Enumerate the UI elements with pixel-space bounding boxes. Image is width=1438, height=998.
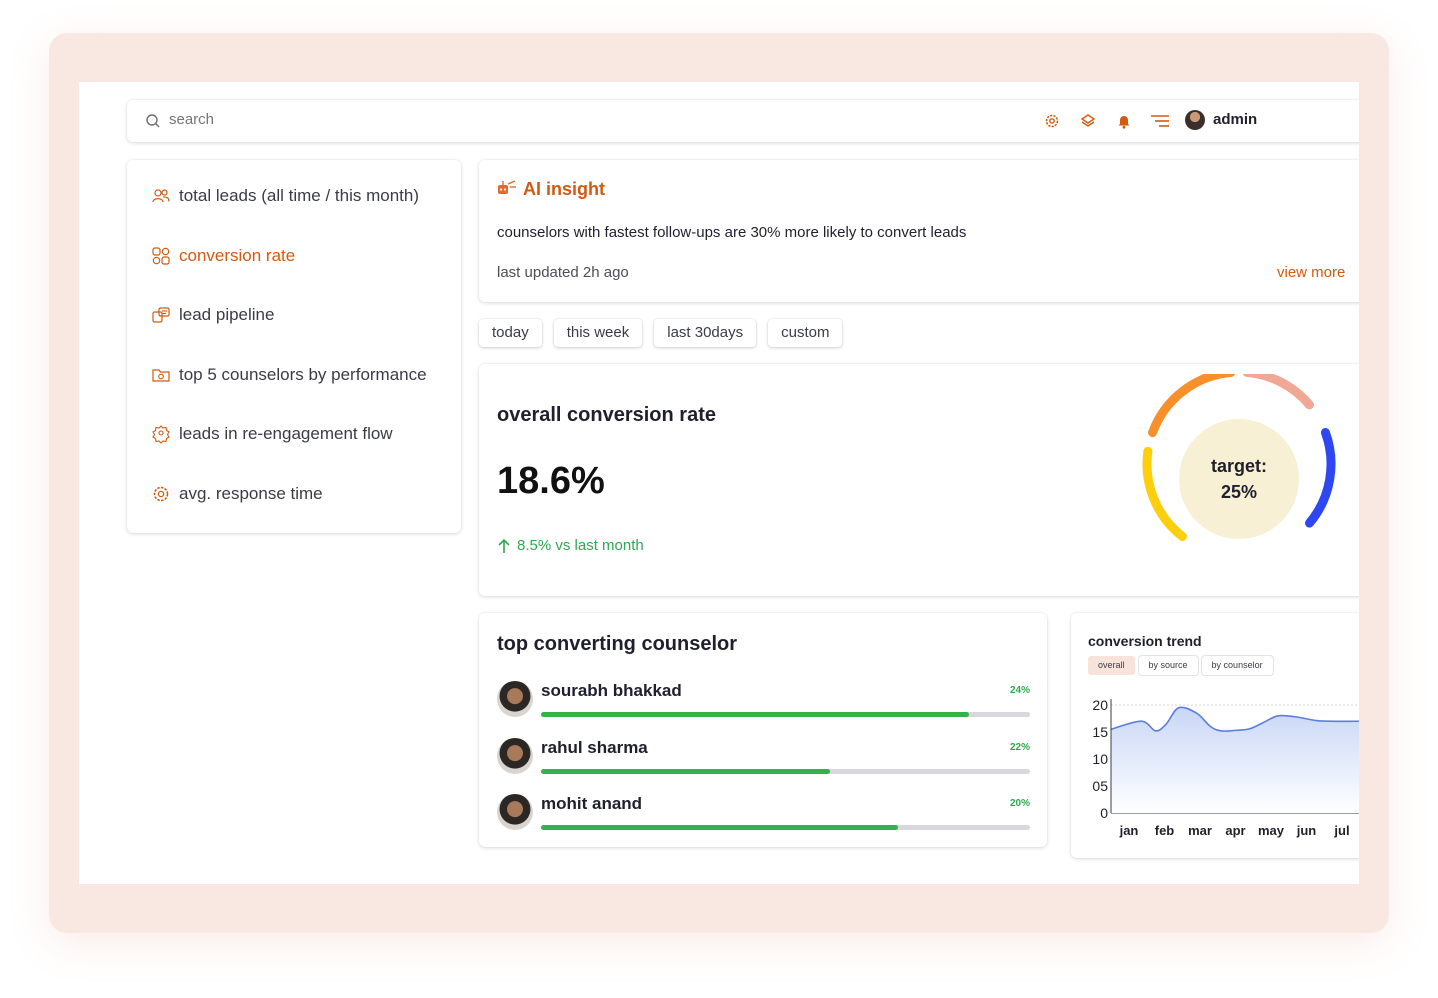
progress-track bbox=[541, 769, 1030, 774]
user-name[interactable]: admin bbox=[1213, 111, 1257, 128]
conversion-trend-card: conversion trend overall by source by co… bbox=[1071, 613, 1359, 858]
sidebar-item-re-engagement[interactable]: leads in re-engagement flow bbox=[151, 424, 393, 444]
ai-insight-title: AI insight bbox=[523, 179, 605, 199]
x-tick-label: jul bbox=[1333, 823, 1349, 838]
avatar bbox=[497, 738, 533, 774]
target-circle: target: 25% bbox=[1179, 419, 1299, 539]
x-tick-label: apr bbox=[1225, 823, 1245, 838]
progress-fill bbox=[541, 769, 830, 774]
top-counselor-card: top converting counselor sourabh bhakkad… bbox=[479, 613, 1047, 847]
avatar[interactable] bbox=[1185, 110, 1205, 130]
ai-insight-card: AI insight counselors with fastest follo… bbox=[479, 160, 1359, 302]
counselor-row[interactable]: rahul sharma 22% bbox=[497, 738, 1032, 778]
target-value: 25% bbox=[1220, 482, 1258, 502]
date-filter-bar: today this week last 30days custom bbox=[479, 319, 843, 347]
search-input[interactable] bbox=[169, 111, 569, 128]
x-tick-label: jun bbox=[1296, 823, 1317, 838]
progress-fill bbox=[541, 825, 898, 830]
gauge-segment-pink bbox=[1242, 374, 1314, 410]
gauge-segment-yellow bbox=[1142, 446, 1187, 541]
target-label: target: bbox=[1210, 456, 1267, 476]
conversion-title: overall conversion rate bbox=[497, 404, 716, 426]
counselor-row[interactable]: sourabh bhakkad 24% bbox=[497, 681, 1032, 721]
x-tick-label: jan bbox=[1119, 823, 1139, 838]
sidebar-item-lead-pipeline[interactable]: lead pipeline bbox=[151, 305, 274, 325]
counselor-percent: 20% bbox=[1009, 798, 1030, 809]
layers-icon[interactable] bbox=[1079, 112, 1097, 130]
sidebar-item-total-leads[interactable]: total leads (all time / this month) bbox=[151, 186, 419, 206]
arrow-up-icon bbox=[498, 538, 510, 553]
filter-last-30days[interactable]: last 30days bbox=[654, 319, 757, 347]
conversion-value: 18.6% bbox=[497, 460, 605, 502]
top-bar: admin bbox=[127, 100, 1359, 142]
filter-custom[interactable]: custom bbox=[768, 319, 843, 347]
x-tick-label: feb bbox=[1155, 823, 1175, 838]
trend-area bbox=[1111, 707, 1359, 813]
counselor-row[interactable]: mohit anand 20% bbox=[497, 794, 1032, 834]
counselor-name: rahul sharma bbox=[541, 738, 648, 757]
y-tick-label: 10 bbox=[1092, 751, 1108, 767]
avatar bbox=[497, 681, 533, 717]
y-tick-label: 0 bbox=[1100, 805, 1108, 821]
delta-text: 8.5% vs last month bbox=[517, 537, 644, 554]
sidebar-item-label: conversion rate bbox=[179, 246, 296, 265]
view-more-link[interactable]: view more bbox=[1277, 264, 1345, 281]
gear-icon bbox=[153, 486, 169, 502]
counselor-percent: 22% bbox=[1009, 742, 1030, 753]
sidebar-item-response-time[interactable]: avg. response time bbox=[151, 484, 323, 504]
pipeline-icon bbox=[152, 307, 170, 323]
ai-insight-icon bbox=[498, 180, 516, 194]
menu-icon[interactable] bbox=[1149, 112, 1171, 130]
x-tick-label: may bbox=[1258, 823, 1285, 838]
gear-icon[interactable] bbox=[1043, 112, 1061, 130]
sidebar-item-label: top 5 counselors by performance bbox=[179, 365, 427, 384]
sidebar: total leads (all time / this month) conv… bbox=[127, 160, 461, 533]
counselor-card-title: top converting counselor bbox=[497, 633, 738, 655]
gauge-segment-blue bbox=[1304, 428, 1336, 528]
sidebar-item-conversion-rate[interactable]: conversion rate bbox=[151, 246, 295, 266]
counselor-name: sourabh bhakkad bbox=[541, 681, 682, 700]
counselor-name: mohit anand bbox=[541, 794, 643, 813]
folder-icon bbox=[152, 369, 170, 382]
sidebar-item-label: leads in re-engagement flow bbox=[179, 424, 393, 443]
y-tick-label: 15 bbox=[1092, 724, 1108, 740]
sidebar-item-top-counselors[interactable]: top 5 counselors by performance bbox=[151, 365, 427, 385]
trend-chart: 20 15 10 05 0 jan feb mar apr may jun jul bbox=[1092, 697, 1359, 838]
avatar bbox=[497, 794, 533, 830]
sidebar-item-label: total leads (all time / this month) bbox=[179, 186, 419, 205]
progress-fill bbox=[541, 712, 969, 717]
bell-icon[interactable] bbox=[1115, 112, 1133, 130]
conversion-delta: 8.5% vs last month bbox=[497, 537, 644, 554]
last-updated-text: last updated 2h ago bbox=[497, 264, 629, 281]
y-tick-label: 05 bbox=[1092, 778, 1108, 794]
sidebar-item-label: lead pipeline bbox=[179, 305, 275, 324]
dashboard-screen: admin total leads (all time / this month… bbox=[79, 82, 1359, 884]
y-tick-label: 20 bbox=[1092, 697, 1108, 713]
counselor-percent: 24% bbox=[1009, 685, 1030, 696]
overall-conversion-card: overall conversion rate 18.6% 8.5% vs la… bbox=[479, 364, 1359, 596]
x-tick-label: mar bbox=[1188, 823, 1212, 838]
ai-insight-text: counselors with fastest follow-ups are 3… bbox=[497, 224, 967, 241]
badge-icon bbox=[152, 425, 170, 444]
users-icon bbox=[152, 189, 170, 203]
conversion-icon bbox=[152, 247, 170, 265]
sidebar-item-label: avg. response time bbox=[179, 484, 323, 503]
progress-track bbox=[541, 825, 1030, 830]
filter-this-week[interactable]: this week bbox=[553, 319, 643, 347]
filter-today[interactable]: today bbox=[479, 319, 542, 347]
progress-track bbox=[541, 712, 1030, 717]
search-icon bbox=[146, 114, 160, 128]
